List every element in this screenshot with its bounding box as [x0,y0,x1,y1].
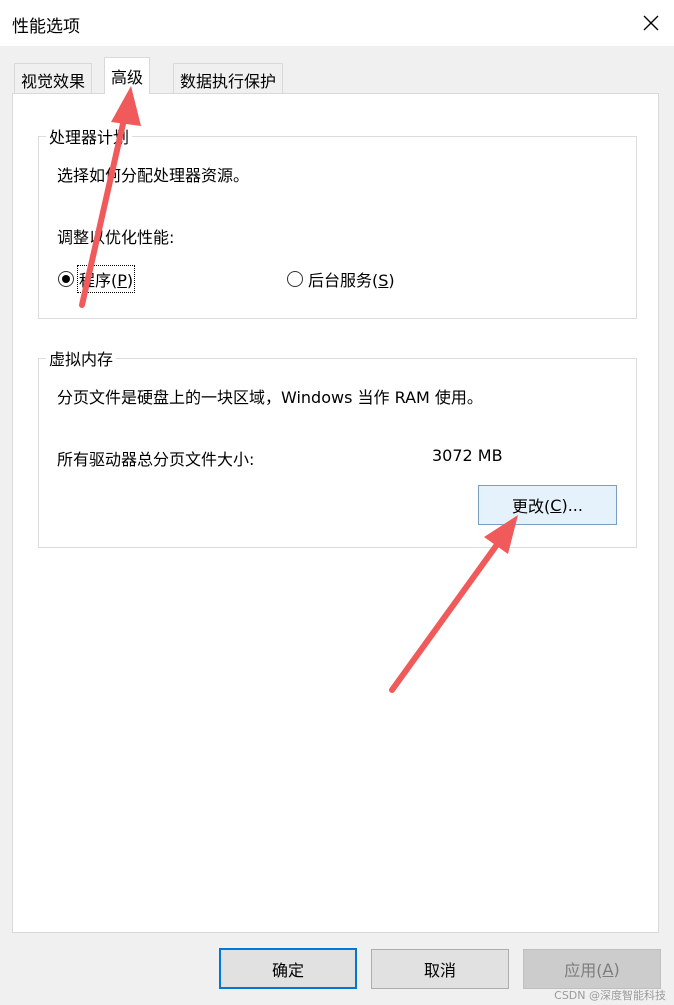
total-paging-file-label: 所有驱动器总分页文件大小: [57,450,255,469]
ok-button[interactable]: 确定 [219,948,357,989]
tab-visual-effects[interactable]: 视觉效果 [14,63,93,93]
tab-data-execution-prevention[interactable]: 数据执行保护 [173,63,284,93]
tab-panel: 处理器计划 选择如何分配处理器资源。 调整以优化性能: 程序(P) 后台服务(S… [12,93,659,933]
tab-advanced[interactable]: 高级 [104,57,151,94]
window-title: 性能选项 [12,17,80,37]
radio-checked-icon [58,271,74,287]
total-paging-file-value: 3072 MB [432,446,503,465]
tab-label: 高级 [111,68,144,87]
radio-background-services[interactable]: 后台服务(S) [287,267,395,291]
watermark: CSDN @深度智能科技 [554,989,666,1002]
radio-programs[interactable]: 程序(P) [58,265,136,293]
close-button[interactable] [628,0,674,46]
tab-label: 视觉效果 [21,72,86,91]
adjust-label: 调整以优化性能: [57,228,175,247]
apply-button[interactable]: 应用(A) [523,949,661,989]
processor-description: 选择如何分配处理器资源。 [57,166,250,185]
radio-unchecked-icon [287,271,303,287]
close-icon [643,15,659,31]
group-legend: 虚拟内存 [49,350,114,369]
radio-label: 后台服务(S) [308,271,395,290]
change-button[interactable]: 更改(C)... [478,485,617,525]
title-bar: 性能选项 [0,0,674,46]
virtual-memory-description: 分页文件是硬盘上的一块区域，Windows 当作 RAM 使用。 [57,388,483,407]
tab-label: 数据执行保护 [180,72,277,91]
group-legend: 处理器计划 [49,128,130,147]
cancel-button[interactable]: 取消 [371,949,509,989]
radio-label: 程序(P) [76,265,136,293]
